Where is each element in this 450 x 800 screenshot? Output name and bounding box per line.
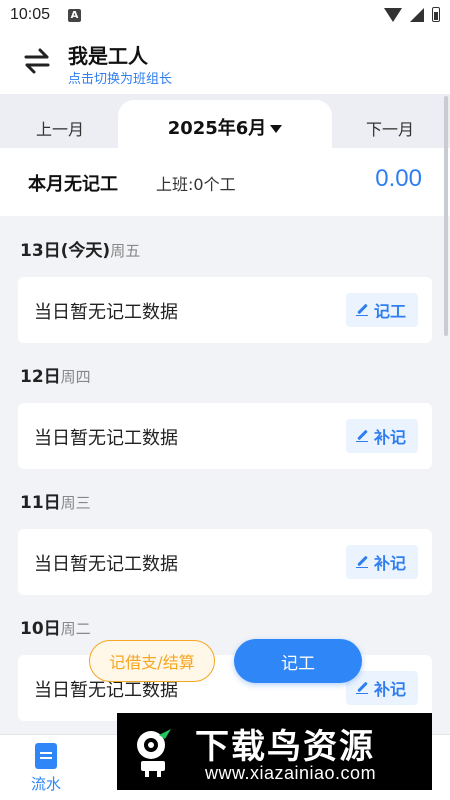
current-month-label: 2025年6月	[167, 118, 267, 139]
day-weekday: 周四	[60, 368, 91, 386]
prev-month-button[interactable]: 上一月	[36, 116, 84, 140]
role-title: 我是工人	[68, 46, 148, 68]
current-month-tab[interactable]: 2025年6月	[118, 100, 332, 148]
pen-icon	[355, 304, 368, 316]
month-selector: 上一月 2025年6月 下一月	[0, 94, 450, 148]
watermark: 下载鸟资源 www.xiazainiao.com	[117, 713, 432, 790]
bird-logo-icon	[137, 729, 171, 777]
day-card: 当日暂无记工数据 补记	[18, 529, 432, 595]
summary-title: 本月无记工	[28, 174, 118, 195]
empty-record-text: 当日暂无记工数据	[34, 554, 178, 575]
pen-icon	[355, 430, 368, 442]
day-card: 当日暂无记工数据 记工	[18, 277, 432, 343]
day-date: 11日	[20, 493, 61, 513]
switch-role-link[interactable]: 点击切换为班组长	[68, 68, 172, 87]
document-icon	[35, 743, 57, 769]
watermark-url: www.xiazainiao.com	[205, 763, 377, 783]
day-header: 11日周三	[20, 488, 91, 513]
backfill-button-label: 补记	[373, 554, 406, 573]
summary-shift: 上班:0个工	[156, 175, 236, 194]
day-card: 当日暂无记工数据 补记	[18, 403, 432, 469]
summary-amount: 0.00	[375, 165, 422, 192]
signal-icon	[410, 7, 424, 22]
watermark-title: 下载鸟资源	[195, 727, 375, 767]
day-header: 10日周二	[20, 614, 91, 639]
header: 我是工人 点击切换为班组长	[0, 30, 450, 94]
backfill-button[interactable]: 补记	[345, 419, 418, 453]
status-bar: 10:05 A	[0, 0, 450, 30]
a-icon: A	[68, 8, 82, 22]
backfill-button[interactable]: 补记	[345, 545, 418, 579]
nav-item-label: 流水	[30, 775, 61, 793]
battery-icon	[432, 7, 440, 22]
borrow-settle-button[interactable]: 记借支/结算	[89, 640, 215, 682]
backfill-button-label: 补记	[373, 428, 406, 447]
day-card: 当日暂无记工数据 补记	[18, 655, 432, 721]
status-icons	[384, 7, 440, 22]
day-date: 12日	[20, 367, 61, 387]
nav-item-flow[interactable]: 流水	[22, 743, 70, 794]
record-work-button[interactable]: 记工	[345, 293, 418, 327]
pen-icon	[355, 682, 368, 694]
day-weekday: 周三	[60, 494, 91, 512]
month-summary: 本月无记工 上班:0个工 0.00	[0, 148, 450, 216]
record-work-fab[interactable]: 记工	[234, 639, 362, 683]
day-date: 10日	[20, 619, 61, 639]
day-header: 13日(今天)周五	[20, 236, 140, 261]
status-time: 10:05	[10, 6, 51, 23]
backfill-button-label: 补记	[373, 680, 406, 699]
wifi-icon	[384, 7, 402, 22]
caret-down-icon	[270, 125, 283, 133]
record-button-label: 记工	[373, 302, 406, 321]
next-month-button[interactable]: 下一月	[366, 116, 414, 140]
day-date: 13日(今天)	[20, 241, 111, 261]
current-month-picker[interactable]: 2025年6月	[118, 114, 332, 140]
empty-record-text: 当日暂无记工数据	[34, 428, 178, 449]
backfill-button[interactable]: 补记	[345, 671, 418, 705]
scrollbar[interactable]	[444, 96, 448, 336]
day-weekday: 周五	[110, 242, 141, 260]
empty-record-text: 当日暂无记工数据	[34, 302, 178, 323]
pen-icon	[355, 556, 368, 568]
day-header: 12日周四	[20, 362, 91, 387]
swap-icon[interactable]	[20, 46, 54, 76]
day-weekday: 周二	[60, 620, 91, 638]
